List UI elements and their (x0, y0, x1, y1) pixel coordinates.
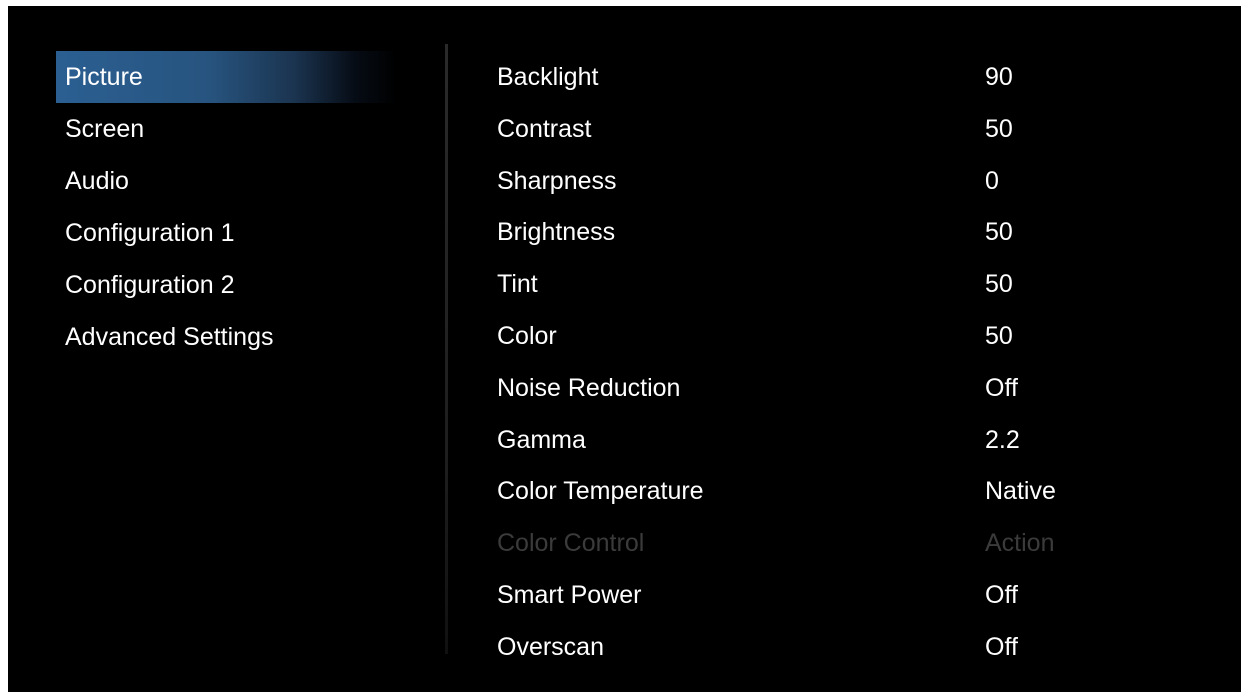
setting-value: Action (985, 529, 1055, 558)
setting-row-backlight[interactable]: Backlight 90 (497, 51, 1117, 103)
setting-label: Contrast (497, 114, 592, 143)
setting-label: Gamma (497, 425, 586, 454)
setting-label: Color Temperature (497, 477, 704, 506)
menu-item-label: Audio (65, 167, 129, 195)
setting-row-smart-power[interactable]: Smart Power Off (497, 569, 1117, 621)
setting-label: Sharpness (497, 166, 617, 195)
menu-item-label: Screen (65, 115, 145, 143)
setting-row-brightness[interactable]: Brightness 50 (497, 206, 1117, 258)
category-menu: Picture Screen Audio Configuration 1 Con… (56, 51, 396, 363)
setting-value: Native (985, 477, 1056, 506)
menu-item-audio[interactable]: Audio (56, 155, 396, 207)
menu-item-configuration-2[interactable]: Configuration 2 (56, 259, 396, 311)
setting-row-color[interactable]: Color 50 (497, 310, 1117, 362)
setting-row-color-control: Color Control Action (497, 517, 1117, 569)
menu-item-label: Configuration 2 (65, 271, 235, 299)
menu-item-label: Advanced Settings (65, 323, 274, 351)
setting-row-overscan[interactable]: Overscan Off (497, 621, 1117, 657)
settings-screen: Picture Screen Audio Configuration 1 Con… (8, 6, 1241, 692)
setting-label: Color (497, 321, 557, 350)
setting-value: 50 (985, 270, 1013, 299)
setting-label: Smart Power (497, 580, 642, 609)
setting-value: 0 (985, 166, 999, 195)
setting-row-tint[interactable]: Tint 50 (497, 258, 1117, 310)
setting-label: Tint (497, 270, 538, 299)
menu-item-configuration-1[interactable]: Configuration 1 (56, 207, 396, 259)
picture-settings-list: Backlight 90 Contrast 50 Sharpness 0 Bri… (497, 51, 1117, 657)
setting-row-contrast[interactable]: Contrast 50 (497, 103, 1117, 155)
setting-label: Brightness (497, 218, 616, 247)
setting-label: Noise Reduction (497, 373, 681, 402)
menu-item-label: Picture (65, 63, 143, 91)
setting-value: 90 (985, 63, 1013, 91)
setting-row-gamma[interactable]: Gamma 2.2 (497, 414, 1117, 466)
setting-row-sharpness[interactable]: Sharpness 0 (497, 155, 1117, 207)
setting-value: 50 (985, 114, 1013, 143)
setting-label: Backlight (497, 63, 599, 91)
setting-value: 50 (985, 218, 1013, 247)
setting-value: 2.2 (985, 425, 1020, 454)
panel-divider (445, 44, 448, 654)
menu-item-advanced-settings[interactable]: Advanced Settings (56, 311, 396, 363)
setting-row-noise-reduction[interactable]: Noise Reduction Off (497, 362, 1117, 414)
setting-row-color-temperature[interactable]: Color Temperature Native (497, 465, 1117, 517)
setting-value: Off (985, 373, 1018, 402)
setting-value: Off (985, 580, 1018, 609)
menu-item-screen[interactable]: Screen (56, 103, 396, 155)
setting-value: Off (985, 632, 1018, 657)
setting-value: 50 (985, 321, 1013, 350)
setting-label: Color Control (497, 529, 645, 558)
menu-item-picture[interactable]: Picture (56, 51, 396, 103)
menu-item-label: Configuration 1 (65, 219, 235, 247)
setting-label: Overscan (497, 632, 604, 657)
